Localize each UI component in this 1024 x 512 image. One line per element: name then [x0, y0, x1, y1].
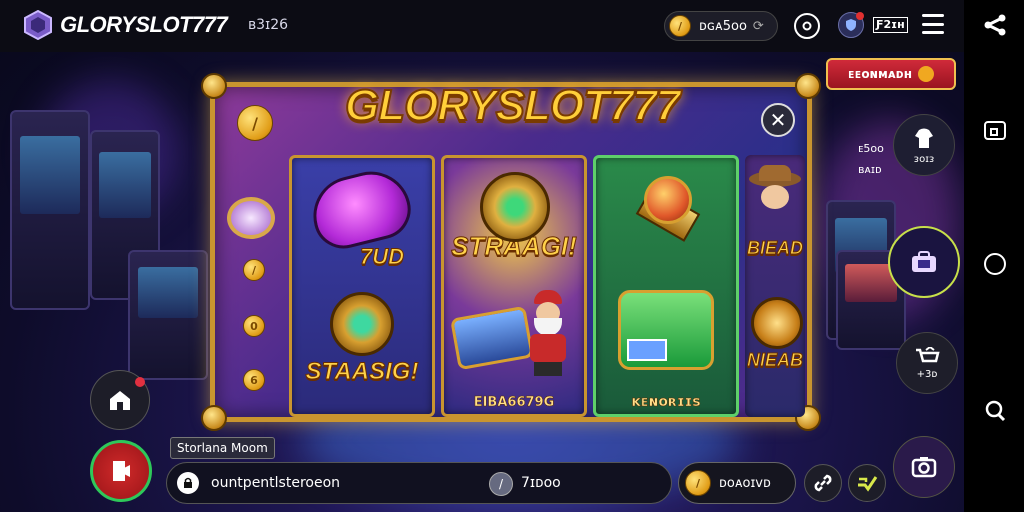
home-icon: [110, 391, 130, 410]
game-tile[interactable]: [602, 286, 730, 404]
modal-title: GLORYSLOT777: [344, 80, 681, 131]
search-icon[interactable]: [982, 398, 1008, 424]
cat-medallion-symbol: [480, 172, 550, 242]
gnome-character: [526, 290, 570, 378]
reward-button[interactable]: [848, 464, 886, 502]
game-reel-2[interactable]: STRAAGI! EIBA6679G: [441, 155, 587, 417]
exit-button[interactable]: [90, 440, 152, 502]
bottom-mid-value: 7ɪᴅᴏᴏ: [521, 475, 561, 491]
cart-button[interactable]: +3ᴅ: [896, 332, 958, 394]
notification-icon[interactable]: [838, 12, 864, 38]
game-reel-4[interactable]: BIEAD NIEAB: [745, 155, 805, 417]
tile-label: STAASIG!: [305, 358, 419, 386]
brand-name: GLORYSLOT777: [60, 12, 228, 37]
link-icon: [814, 474, 832, 492]
lock-icon: [177, 472, 199, 494]
coin-icon: 0: [243, 315, 265, 337]
game-tile[interactable]: [450, 286, 578, 404]
coin-icon: /: [243, 259, 265, 281]
shop-label: ᴈᴏɪᴈ: [913, 153, 935, 165]
share-icon[interactable]: [982, 12, 1008, 38]
tile-label: NIEAB: [746, 350, 803, 371]
tile-label: 7UD: [359, 244, 404, 270]
cowboy-character: [747, 165, 803, 235]
game-tile[interactable]: STRAAGI!: [450, 166, 578, 284]
gift-icon: [918, 66, 935, 82]
game-tile[interactable]: BIEAD: [745, 163, 805, 281]
game-lobby-screen: GLORYSLOT777 ʙ3ɪ26 / ᴅɢᴀ5ᴏᴏ ⟳ Ƒ2ɪʜ ᴇᴇᴏɴᴍ…: [0, 0, 1024, 512]
coin-icon: 6: [243, 369, 265, 391]
corner-ornament: [201, 73, 227, 99]
close-icon[interactable]: ✕: [761, 103, 795, 137]
exit-door-icon: [113, 461, 130, 481]
bottom-input-text[interactable]: ountpentlsteroeon: [211, 475, 340, 491]
top-bar: GLORYSLOT777 ʙ3ɪ26 / ᴅɢᴀ5ᴏᴏ ⟳ Ƒ2ɪʜ: [0, 0, 964, 52]
link-button[interactable]: [804, 464, 842, 502]
recent-apps-icon[interactable]: [982, 117, 1008, 143]
wallet-button[interactable]: [888, 226, 960, 298]
token-icon: /: [489, 472, 513, 496]
cart-count: +3ᴅ: [916, 368, 938, 380]
game-tile[interactable]: NIEAB: [745, 283, 805, 401]
side-stat-value: ᴇ5ᴏᴏ: [858, 142, 884, 155]
notification-dot: [856, 12, 864, 20]
system-bar: [964, 0, 1024, 512]
camera-icon: [911, 457, 937, 478]
game-tile[interactable]: [602, 166, 730, 284]
logo-icon: [24, 10, 52, 40]
game-reel-1[interactable]: 7UD STAASIG!: [289, 155, 435, 417]
tile-label: BIEAD: [746, 238, 803, 259]
balance-amount: ᴅɢᴀ5ᴏᴏ: [699, 18, 747, 34]
home-circle-icon[interactable]: [982, 251, 1008, 277]
coin-balance-value: ᴅᴏᴀᴏɪᴠᴅ: [719, 475, 771, 491]
info-icon[interactable]: [794, 13, 820, 39]
camera-button[interactable]: [893, 436, 955, 498]
corner-ornament: [201, 405, 227, 431]
promo-label: ᴇᴇᴏɴᴍᴀᴅʜ: [847, 67, 913, 81]
game-tile[interactable]: STAASIG!: [298, 286, 426, 404]
balance-pill[interactable]: / ᴅɢᴀ5ᴏᴏ ⟳: [664, 11, 778, 41]
home-button[interactable]: [90, 370, 150, 430]
bottom-input-bar[interactable]: ountpentlsteroeon / 7ɪᴅᴏᴏ: [166, 462, 672, 504]
money-wallet-symbol: [618, 290, 714, 370]
refresh-icon[interactable]: ⟳: [753, 19, 764, 34]
reel-caption: ᴋᴇɴᴏʀɪɪs: [631, 394, 701, 411]
golden-shield-symbol: [751, 297, 803, 349]
game-reel-3[interactable]: ᴋᴇɴᴏʀɪɪs: [593, 155, 739, 417]
side-stat-label: ʙᴀɪᴅ: [858, 163, 882, 176]
promo-button[interactable]: ᴇᴇᴏɴᴍᴀᴅʜ: [826, 58, 956, 90]
header-mini-badge[interactable]: Ƒ2ɪʜ: [873, 17, 908, 33]
ring-symbol: [227, 197, 275, 239]
briefcase-icon: [912, 251, 936, 272]
corner-ornament: [795, 73, 821, 99]
jewel-emblem-symbol: [628, 170, 708, 250]
reel-caption: EIBA6679G: [473, 395, 555, 411]
header-code: ʙ3ɪ26: [248, 17, 289, 33]
reward-icon: [858, 476, 878, 492]
coin-icon: /: [669, 15, 691, 37]
tooltip: Storlana Moom: [170, 437, 275, 459]
gem-symbol: [304, 163, 418, 255]
game-selection-modal: GLORYSLOT777 ✕ / / 0 6 7UD STAASIG! STRA…: [201, 73, 821, 431]
treasure-chest-symbol: [450, 305, 534, 371]
home-badge: [135, 377, 145, 387]
cart-icon: [916, 346, 940, 362]
coin-balance-pill[interactable]: / ᴅᴏᴀᴏɪᴠᴅ: [678, 462, 796, 504]
coin-icon: /: [685, 470, 711, 496]
menu-icon[interactable]: [922, 14, 944, 34]
coin-icon: /: [237, 105, 273, 141]
shop-button[interactable]: ᴈᴏɪᴈ: [893, 114, 955, 176]
game-tile[interactable]: 7UD: [298, 163, 426, 284]
cat-medallion-symbol: [330, 292, 394, 356]
store-icon: [915, 128, 933, 148]
